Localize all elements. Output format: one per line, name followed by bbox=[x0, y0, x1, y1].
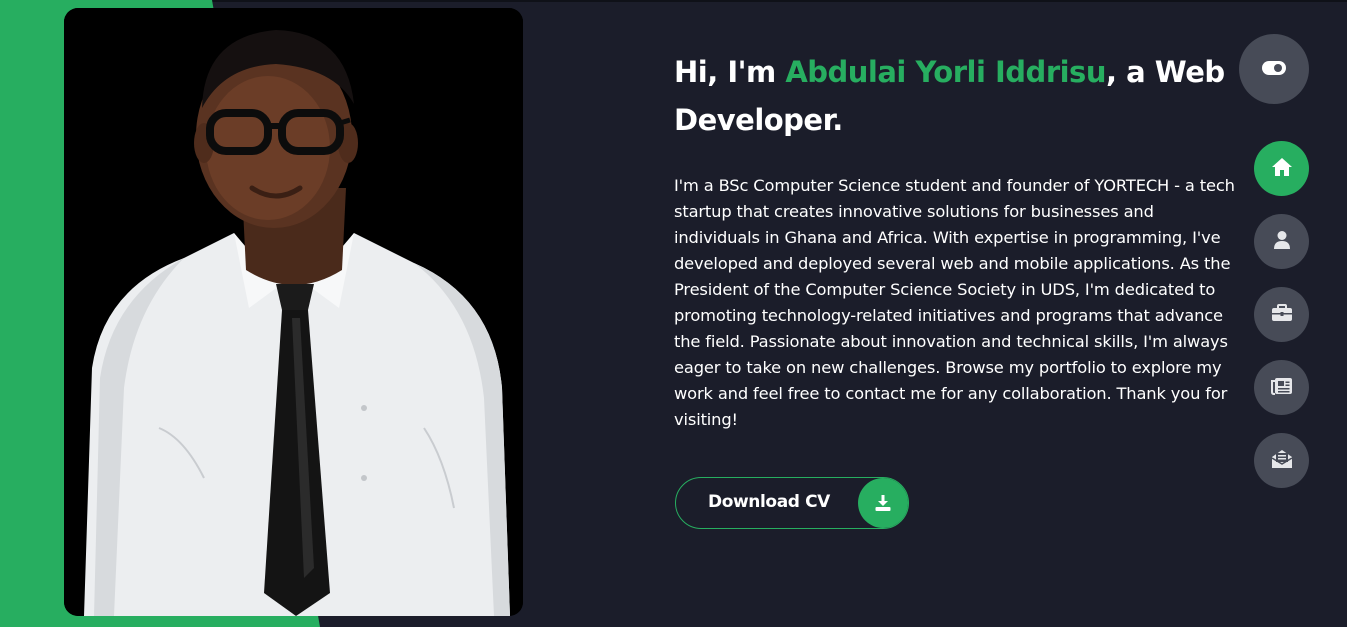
hero-name: Abdulai Yorli Iddrisu bbox=[785, 55, 1106, 89]
download-cv-button[interactable]: Download CV bbox=[675, 477, 909, 529]
profile-photo bbox=[64, 8, 523, 616]
headline-prefix: Hi, I'm bbox=[674, 55, 786, 89]
theme-toggle-button[interactable] bbox=[1239, 34, 1309, 104]
nav-home-button[interactable] bbox=[1254, 141, 1309, 196]
envelope-open-icon bbox=[1271, 449, 1293, 473]
briefcase-icon bbox=[1271, 303, 1293, 326]
download-icon bbox=[858, 478, 908, 528]
download-cv-label: Download CV bbox=[708, 492, 830, 512]
hero-headline: Hi, I'm Abdulai Yorli Iddrisu, a Web Dev… bbox=[674, 48, 1244, 144]
home-icon bbox=[1271, 157, 1293, 181]
user-icon bbox=[1273, 230, 1291, 254]
nav-portfolio-button[interactable] bbox=[1254, 287, 1309, 342]
portrait-illustration bbox=[64, 8, 523, 616]
page: Hi, I'm Abdulai Yorli Iddrisu, a Web Dev… bbox=[0, 0, 1347, 627]
newspaper-icon bbox=[1270, 377, 1293, 399]
hero-content: Hi, I'm Abdulai Yorli Iddrisu, a Web Dev… bbox=[674, 48, 1244, 433]
hero-bio: I'm a BSc Computer Science student and f… bbox=[674, 176, 1235, 429]
nav-contact-button[interactable] bbox=[1254, 433, 1309, 488]
toggle-icon bbox=[1262, 60, 1286, 79]
nav-about-button[interactable] bbox=[1254, 214, 1309, 269]
nav-blog-button[interactable] bbox=[1254, 360, 1309, 415]
